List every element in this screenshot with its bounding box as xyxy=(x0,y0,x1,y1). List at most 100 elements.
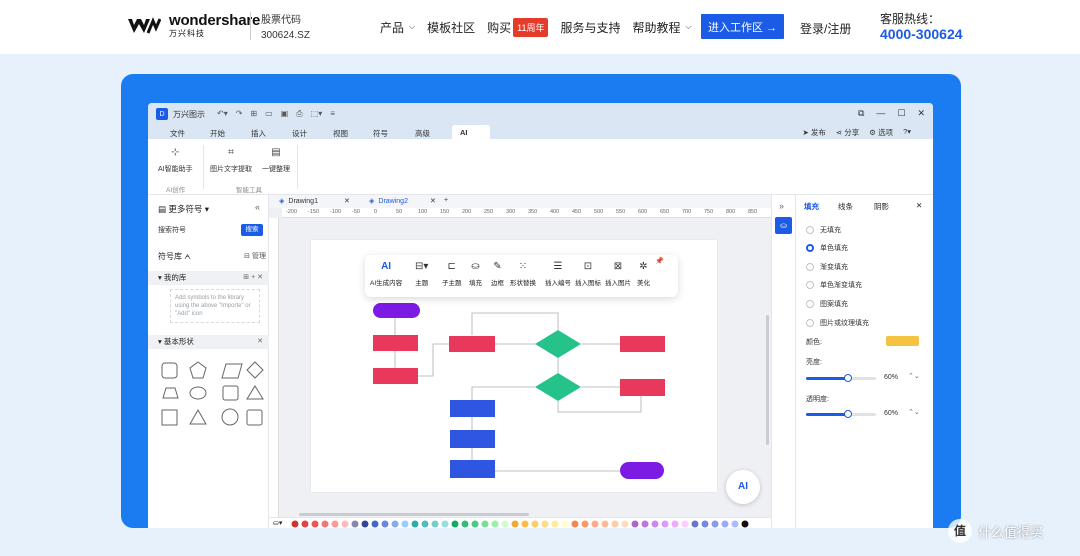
close-icon[interactable]: ✕ xyxy=(430,197,436,205)
menu-design[interactable]: 设计 xyxy=(292,128,307,139)
color-swatch[interactable] xyxy=(441,520,449,528)
share-button[interactable]: ⋖ 分享 xyxy=(836,127,859,138)
radio[interactable] xyxy=(806,263,814,271)
color-swatch[interactable] xyxy=(481,520,489,528)
option-gradient-fill[interactable]: 渐变填充 xyxy=(806,262,848,272)
menu-home[interactable]: 开始 xyxy=(210,128,225,139)
border-button[interactable]: ✎ 边框 xyxy=(491,261,504,287)
color-swatch[interactable] xyxy=(721,520,729,528)
maximize-icon[interactable]: ☐ xyxy=(897,108,905,119)
menu-file[interactable]: 文件 xyxy=(170,128,185,139)
undo-icon[interactable]: ↶▾ xyxy=(217,109,228,119)
minimize-icon[interactable]: — xyxy=(876,108,885,119)
new-file-icon[interactable]: ⊞ xyxy=(250,109,257,119)
save-icon[interactable]: ▣ xyxy=(281,109,289,119)
symbols-panel-title[interactable]: ▤ 更多符号 ▾ xyxy=(158,203,209,215)
color-swatch[interactable] xyxy=(691,520,699,528)
color-swatch[interactable] xyxy=(491,520,499,528)
login-link[interactable]: 登录/注册 xyxy=(800,20,851,37)
tab-drawing2[interactable]: ◈ Drawing2 ✕ xyxy=(369,197,436,206)
color-swatch[interactable] xyxy=(531,520,539,528)
print-icon[interactable]: ⎙ xyxy=(296,109,302,119)
close-icon[interactable]: ✕ xyxy=(917,108,925,119)
color-swatch[interactable] xyxy=(741,520,749,528)
ai-assistant-button[interactable]: ⊹ AI智能助手 xyxy=(158,147,193,174)
stepper-icon[interactable]: ⌃⌄ xyxy=(908,408,920,416)
tab-fill[interactable]: 填充 xyxy=(804,201,819,212)
radio[interactable] xyxy=(806,300,814,308)
color-swatch[interactable] xyxy=(581,520,589,528)
radio[interactable] xyxy=(806,319,814,327)
color-swatch[interactable] xyxy=(571,520,579,528)
brand-logo[interactable]: wondershare 万兴科技 xyxy=(127,13,260,38)
color-swatch[interactable] xyxy=(381,520,389,528)
color-swatch[interactable] xyxy=(431,520,439,528)
color-swatch[interactable] xyxy=(551,520,559,528)
option-picture-fill[interactable]: 图片或纹理填充 xyxy=(806,318,869,328)
radio[interactable] xyxy=(806,281,814,289)
more-icon[interactable]: ≡ xyxy=(330,109,335,119)
nav-help[interactable]: 帮助教程 ⌵ xyxy=(632,19,691,36)
menu-symbols[interactable]: 符号 xyxy=(373,128,388,139)
ai-generate-button[interactable]: AI AI生成内容 xyxy=(370,261,402,287)
fill-color-icon[interactable]: ⛀▾ xyxy=(273,519,282,527)
color-swatch[interactable] xyxy=(631,520,639,528)
radio-selected[interactable] xyxy=(806,244,814,252)
color-swatch[interactable] xyxy=(331,520,339,528)
color-swatch[interactable] xyxy=(371,520,379,528)
transparency-slider[interactable] xyxy=(806,410,876,418)
basic-shapes-section[interactable]: ▾ 基本形状 ✕ xyxy=(148,335,269,349)
horizontal-scrollbar[interactable] xyxy=(299,513,529,516)
color-swatch[interactable] xyxy=(411,520,419,528)
search-button[interactable]: 搜索 xyxy=(241,224,263,236)
color-swatch[interactable] xyxy=(671,520,679,528)
pin-icon[interactable]: 📌 xyxy=(655,257,664,265)
color-swatch[interactable] xyxy=(351,520,359,528)
color-swatch[interactable] xyxy=(501,520,509,528)
insert-image-button[interactable]: ⊠ 插入图片 xyxy=(605,261,631,287)
menu-advanced[interactable]: 高级 xyxy=(415,128,430,139)
option-mono-gradient[interactable]: 单色渐变填充 xyxy=(806,280,862,290)
auto-arrange-button[interactable]: ▤ 一键整理 xyxy=(262,147,290,174)
fill-panel-icon[interactable]: ⛀ xyxy=(775,217,792,234)
tab-drawing1[interactable]: ◈ Drawing1 ✕ xyxy=(279,197,350,206)
menu-insert[interactable]: 插入 xyxy=(251,128,266,139)
redo-icon[interactable]: ↷ xyxy=(236,109,243,119)
color-swatch[interactable] xyxy=(321,520,329,528)
color-swatch[interactable] xyxy=(361,520,369,528)
expand-icon[interactable]: » xyxy=(779,201,784,211)
my-library-section[interactable]: ▾ 我的库 ⊞ + ✕ xyxy=(148,271,269,285)
manage-button[interactable]: ⊟ 管理 xyxy=(244,251,266,261)
menu-ai[interactable]: AI xyxy=(460,128,468,137)
help-button[interactable]: ?▾ xyxy=(903,127,911,138)
color-swatch[interactable] xyxy=(471,520,479,528)
transparency-value[interactable]: 60% xyxy=(884,410,898,417)
nav-templates[interactable]: 模板社区 xyxy=(427,19,475,36)
brightness-value[interactable]: 60% xyxy=(884,374,898,381)
options-button[interactable]: ⚙ 选项 xyxy=(869,127,893,138)
color-swatch[interactable] xyxy=(461,520,469,528)
publish-button[interactable]: ➤ 发布 xyxy=(802,127,825,138)
close-icon[interactable]: ✕ xyxy=(257,335,263,349)
library-icon[interactable]: ᗅ xyxy=(184,254,191,261)
restore-icon[interactable]: ⧉ xyxy=(858,108,864,119)
nav-products[interactable]: 产品 ⌵ xyxy=(380,19,415,36)
color-swatch[interactable] xyxy=(886,336,919,346)
theme-button[interactable]: ⊟▾ 主题 xyxy=(415,261,428,287)
color-swatch[interactable] xyxy=(521,520,529,528)
nav-buy[interactable]: 购买 11周年 xyxy=(487,17,549,37)
color-swatch[interactable] xyxy=(311,520,319,528)
insert-number-button[interactable]: ☰ 插入编号 xyxy=(545,261,571,287)
color-swatch[interactable] xyxy=(681,520,689,528)
search-input[interactable]: 搜索符号 xyxy=(158,227,186,234)
collapse-icon[interactable]: « xyxy=(255,202,260,212)
open-folder-icon[interactable]: ▭ xyxy=(265,109,273,119)
tab-shadow[interactable]: 阴影 xyxy=(874,201,889,212)
section-controls[interactable]: ⊞ + ✕ xyxy=(243,271,263,285)
export-icon[interactable]: ⬚▾ xyxy=(311,109,323,119)
color-swatch[interactable] xyxy=(401,520,409,528)
beautify-button[interactable]: ✲ 美化 xyxy=(637,261,650,287)
palette-swatches[interactable] xyxy=(291,520,771,528)
enter-workspace-button[interactable]: 进入工作区 → xyxy=(701,14,784,39)
brightness-slider[interactable] xyxy=(806,374,876,382)
